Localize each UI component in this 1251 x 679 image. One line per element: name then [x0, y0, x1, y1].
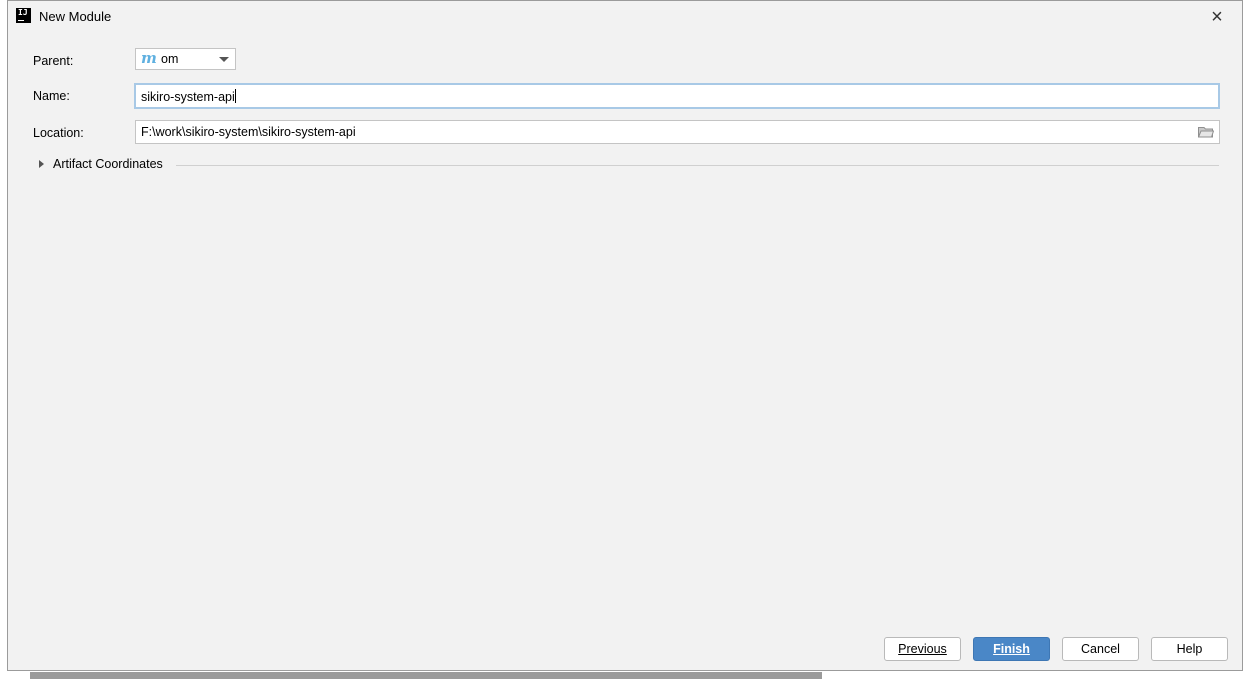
previous-label: Previous	[898, 642, 947, 656]
name-field[interactable]: sikiro-system-api	[134, 83, 1220, 109]
location-value: F:\work\sikiro-system\sikiro-system-api	[141, 125, 356, 139]
new-module-dialog: IJ New Module × Parent: m om Name: sikir…	[7, 0, 1243, 671]
artifact-coordinates-toggle[interactable]: Artifact Coordinates	[36, 156, 1219, 174]
previous-button[interactable]: Previous	[884, 637, 961, 661]
name-label: Name:	[33, 89, 70, 103]
name-value: sikiro-system-api	[141, 90, 235, 104]
dialog-title: New Module	[39, 9, 112, 24]
folder-icon[interactable]	[1198, 126, 1214, 138]
help-label: Help	[1176, 642, 1203, 656]
parent-dropdown[interactable]: m om	[135, 48, 236, 70]
close-icon[interactable]: ×	[1206, 6, 1228, 28]
section-divider	[176, 165, 1219, 166]
cancel-button[interactable]: Cancel	[1062, 637, 1139, 661]
parent-label: Parent:	[33, 54, 74, 68]
help-button[interactable]: Help	[1151, 637, 1228, 661]
finish-label: Finish	[993, 642, 1030, 656]
location-field[interactable]: F:\work\sikiro-system\sikiro-system-api	[135, 120, 1220, 144]
chevron-down-icon	[219, 57, 229, 62]
app-icon-glyph: IJ	[18, 8, 28, 17]
chevron-right-icon	[39, 160, 44, 168]
finish-button[interactable]: Finish	[973, 637, 1050, 661]
cancel-label: Cancel	[1081, 642, 1120, 656]
background-window-edge	[30, 672, 822, 679]
intellij-idea-icon: IJ	[16, 8, 31, 23]
location-label: Location:	[33, 126, 84, 140]
artifact-coordinates-label: Artifact Coordinates	[53, 157, 163, 171]
parent-value: om	[161, 52, 179, 66]
title-bar: IJ New Module ×	[8, 1, 1242, 32]
text-caret	[234, 89, 236, 103]
maven-module-icon: m	[141, 49, 157, 67]
